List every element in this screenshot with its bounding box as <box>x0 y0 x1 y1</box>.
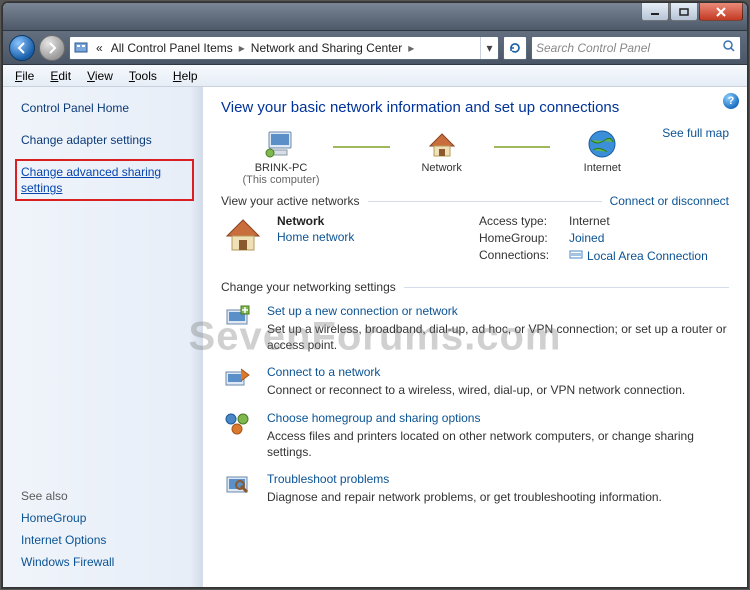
homegroup-sharing-link[interactable]: Choose homegroup and sharing options <box>267 411 729 425</box>
menu-help[interactable]: Help <box>165 67 206 85</box>
troubleshoot-icon <box>221 472 255 502</box>
main-content: ? View your basic network information an… <box>203 87 747 587</box>
connect-network-icon <box>221 365 255 395</box>
map-node-computer[interactable]: BRINK-PC (This computer) <box>221 126 341 186</box>
map-node-computer-label: BRINK-PC <box>221 162 341 174</box>
network-name: Network <box>277 214 354 228</box>
menu-file[interactable]: File <box>7 67 42 85</box>
map-node-internet[interactable]: Internet <box>542 126 662 186</box>
network-type-link[interactable]: Home network <box>277 230 354 244</box>
troubleshoot-link[interactable]: Troubleshoot problems <box>267 472 662 486</box>
breadcrumb-item-network[interactable]: Network and Sharing Center <box>247 41 406 55</box>
map-node-network-label: Network <box>382 162 502 174</box>
search-placeholder: Search Control Panel <box>536 41 650 55</box>
connect-disconnect-link[interactable]: Connect or disconnect <box>610 194 729 208</box>
internet-globe-icon <box>542 126 662 162</box>
troubleshoot-desc: Diagnose and repair network problems, or… <box>267 490 662 504</box>
menu-tools[interactable]: Tools <box>121 67 165 85</box>
access-type-label: Access type: <box>479 214 569 228</box>
refresh-button[interactable] <box>503 36 527 60</box>
search-input[interactable]: Search Control Panel <box>531 36 741 60</box>
search-icon <box>722 39 736 56</box>
sidebar: Control Panel Home Change adapter settin… <box>3 87 203 587</box>
breadcrumb-item-all[interactable]: All Control Panel Items <box>107 41 237 55</box>
homegroup-sharing-desc: Access files and printers located on oth… <box>267 429 694 459</box>
setup-connection-desc: Set up a wireless, broadband, dial-up, a… <box>267 322 727 352</box>
titlebar <box>3 3 747 31</box>
breadcrumb-bar[interactable]: « All Control Panel Items ▸ Network and … <box>69 36 499 60</box>
network-house-icon <box>382 126 502 162</box>
change-adapter-settings-link[interactable]: Change adapter settings <box>21 133 190 147</box>
close-button[interactable] <box>699 3 743 21</box>
window-frame: « All Control Panel Items ▸ Network and … <box>2 2 748 588</box>
connections-label: Connections: <box>479 248 569 263</box>
chevron-right-icon[interactable]: ▸ <box>237 41 247 55</box>
breadcrumb-dropdown[interactable]: ▾ <box>480 37 498 59</box>
connect-network-desc: Connect or reconnect to a wireless, wire… <box>267 383 685 397</box>
see-also-header: See also <box>21 489 190 503</box>
homegroup-value-link[interactable]: Joined <box>569 231 604 245</box>
see-full-map-link[interactable]: See full map <box>662 126 729 140</box>
control-panel-home-link[interactable]: Control Panel Home <box>21 101 190 115</box>
map-node-computer-sub: (This computer) <box>221 174 341 186</box>
help-icon[interactable]: ? <box>723 93 739 109</box>
minimize-button[interactable] <box>641 3 669 21</box>
setup-connection-link[interactable]: Set up a new connection or network <box>267 304 729 318</box>
breadcrumb-prefix[interactable]: « <box>92 41 107 55</box>
page-title: View your basic network information and … <box>221 99 729 116</box>
menubar: File Edit View Tools Help <box>3 65 747 87</box>
control-panel-icon <box>70 40 92 56</box>
setup-connection-icon <box>221 304 255 334</box>
nav-forward-button[interactable] <box>39 35 65 61</box>
ethernet-icon <box>569 248 583 263</box>
access-type-value: Internet <box>569 214 610 228</box>
connect-network-link[interactable]: Connect to a network <box>267 365 685 379</box>
active-networks-header: View your active networks <box>221 194 360 208</box>
menu-view[interactable]: View <box>79 67 121 85</box>
network-house-icon <box>221 214 265 254</box>
network-map: BRINK-PC (This computer) Network <box>221 126 662 186</box>
menu-edit[interactable]: Edit <box>42 67 79 85</box>
address-toolbar: « All Control Panel Items ▸ Network and … <box>3 31 747 65</box>
see-also-windows-firewall[interactable]: Windows Firewall <box>21 555 190 569</box>
homegroup-sharing-icon <box>221 411 255 441</box>
change-settings-header: Change your networking settings <box>221 280 396 294</box>
see-also-internet-options[interactable]: Internet Options <box>21 533 190 547</box>
map-node-network[interactable]: Network <box>382 126 502 186</box>
nav-back-button[interactable] <box>9 35 35 61</box>
see-also-homegroup[interactable]: HomeGroup <box>21 511 190 525</box>
change-advanced-sharing-link[interactable]: Change advanced sharing settings <box>15 159 194 201</box>
homegroup-label: HomeGroup: <box>479 231 569 245</box>
map-node-internet-label: Internet <box>542 162 662 174</box>
computer-icon <box>221 126 341 162</box>
connection-link[interactable]: Local Area Connection <box>587 249 708 263</box>
chevron-right-icon[interactable]: ▸ <box>406 41 416 55</box>
maximize-button[interactable] <box>670 3 698 21</box>
